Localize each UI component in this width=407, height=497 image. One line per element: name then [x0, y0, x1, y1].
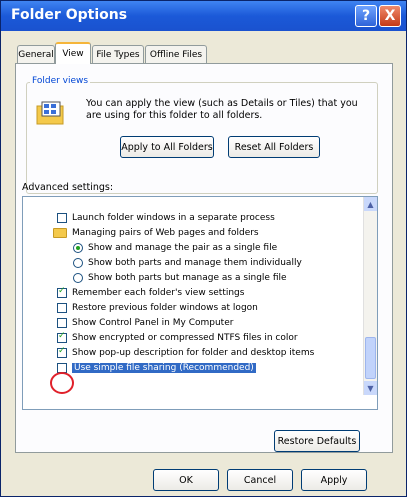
- tab-general[interactable]: General: [17, 45, 55, 63]
- list-scrollbar[interactable]: ▲ ▼: [363, 197, 377, 395]
- tab-file-types[interactable]: File Types: [92, 45, 144, 63]
- setting-restore-windows[interactable]: Restore previous folder windows at logon: [57, 301, 258, 314]
- setting-encrypted-color[interactable]: Show encrypted or compressed NTFS files …: [57, 331, 298, 344]
- folder-views-description: You can apply the view (such as Details …: [86, 98, 358, 121]
- checkbox[interactable]: [57, 346, 67, 358]
- apply-button[interactable]: Apply: [301, 469, 367, 491]
- restore-defaults-button[interactable]: Restore Defaults: [274, 430, 360, 452]
- title-bar[interactable]: Folder Options ? X: [1, 1, 406, 31]
- setting-group-web-pages: Managing pairs of Web pages and folders: [53, 226, 259, 239]
- cancel-button[interactable]: Cancel: [227, 469, 293, 491]
- checkbox[interactable]: [57, 286, 67, 298]
- tab-view[interactable]: View: [55, 42, 91, 64]
- radio-button[interactable]: [73, 257, 83, 268]
- folder-views-label: Folder views: [30, 76, 91, 86]
- checkbox[interactable]: [57, 317, 67, 328]
- highlight-circle-annotation: [50, 372, 74, 394]
- checkbox[interactable]: [57, 212, 67, 223]
- scroll-thumb[interactable]: [365, 337, 376, 379]
- advanced-settings-list[interactable]: Launch folder windows in a separate proc…: [22, 196, 378, 410]
- setting-radio-individually[interactable]: Show both parts and manage them individu…: [73, 256, 302, 269]
- folder-icon: [53, 227, 67, 238]
- setting-launch-separate-process[interactable]: Launch folder windows in a separate proc…: [57, 211, 275, 224]
- selected-setting-label: Use simple file sharing (Recommended): [72, 362, 256, 373]
- close-button[interactable]: X: [379, 5, 401, 27]
- setting-control-panel[interactable]: Show Control Panel in My Computer: [57, 316, 233, 329]
- setting-radio-both-single[interactable]: Show both parts but manage as a single f…: [73, 271, 287, 284]
- setting-popup-description[interactable]: Show pop-up description for folder and d…: [57, 346, 314, 359]
- scroll-up-icon[interactable]: ▲: [364, 197, 377, 211]
- tab-offline-files[interactable]: Offline Files: [145, 45, 207, 63]
- checkbox[interactable]: [57, 331, 67, 343]
- ok-button[interactable]: OK: [153, 469, 219, 491]
- setting-remember-view[interactable]: Remember each folder's view settings: [57, 286, 244, 299]
- folder-views-icon: [36, 101, 64, 125]
- folder-options-window: Folder Options ? X General View File Typ…: [0, 0, 407, 497]
- window-title: Folder Options: [11, 7, 128, 23]
- view-tab-panel: Folder views You can apply the view (suc…: [15, 63, 393, 453]
- setting-simple-file-sharing[interactable]: Use simple file sharing (Recommended): [57, 361, 256, 374]
- apply-to-all-folders-button[interactable]: Apply to All Folders: [120, 136, 214, 158]
- checkbox[interactable]: [57, 362, 67, 373]
- setting-radio-single-file[interactable]: Show and manage the pair as a single fil…: [73, 241, 277, 254]
- checkbox[interactable]: [57, 302, 67, 313]
- radio-button[interactable]: [73, 242, 83, 253]
- reset-all-folders-button[interactable]: Reset All Folders: [228, 136, 320, 158]
- scroll-down-icon[interactable]: ▼: [364, 381, 377, 395]
- advanced-settings-label: Advanced settings:: [22, 182, 114, 193]
- radio-button[interactable]: [73, 272, 83, 283]
- help-button[interactable]: ?: [355, 5, 377, 27]
